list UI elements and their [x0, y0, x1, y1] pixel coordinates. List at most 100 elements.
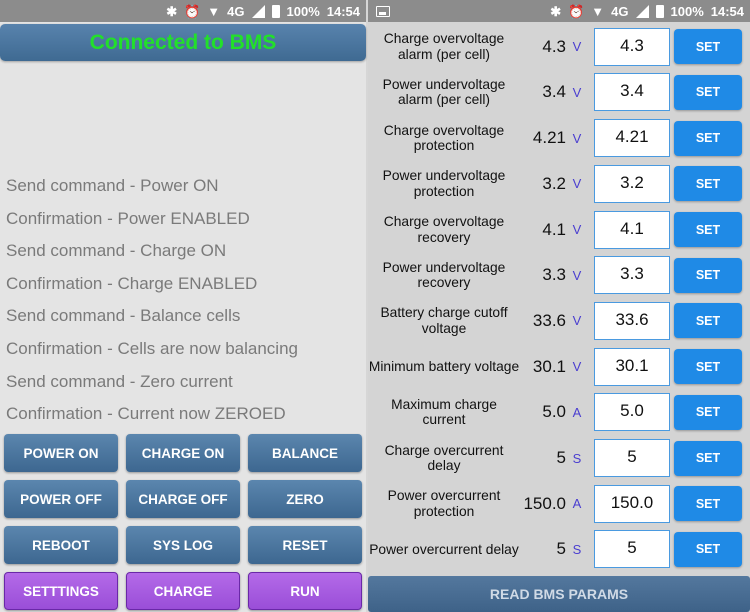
power-off-button[interactable]: POWER OFF: [4, 480, 118, 518]
connection-status-banner[interactable]: Connected to BMS: [0, 24, 366, 61]
reset-button[interactable]: RESET: [248, 526, 362, 564]
param-row: Maximum charge current 5.0 A 5.0 SET: [368, 390, 750, 436]
command-button-grid: POWER ON CHARGE ON BALANCE POWER OFF CHARGE …: [4, 434, 362, 610]
param-label: Charge overcurrent delay: [384, 442, 504, 474]
status-bar: ✱ ⏰ ▼ 4G 100% 14:54: [368, 0, 750, 22]
param-row: Charge overvoltage alarm (per cell) 4.3 V 4…: [368, 24, 750, 70]
param-current-value: 4.1: [542, 219, 566, 239]
log-line: Send command - Balance cells: [6, 306, 241, 326]
image-notification-icon: [376, 5, 390, 17]
charge-on-button[interactable]: CHARGE ON: [126, 434, 240, 472]
wifi-icon: ▼: [591, 3, 605, 19]
clock: 14:54: [710, 3, 744, 19]
log-line: Send command - Power ON: [6, 176, 219, 195]
param-current-value: 150.0: [523, 493, 566, 513]
param-label: Power undervoltage recovery: [382, 259, 506, 291]
param-unit: V: [572, 176, 582, 192]
set-button[interactable]: SET: [674, 531, 742, 567]
param-row: Charge overvoltage recovery 4.1 V 4.1 SET: [368, 207, 750, 253]
set-button[interactable]: SET: [674, 166, 742, 202]
param-input[interactable]: 30.1: [594, 347, 670, 386]
set-button[interactable]: SET: [674, 74, 742, 110]
battery-icon: [655, 4, 664, 18]
param-label: Power undervoltage protection: [382, 168, 506, 199]
param-current-value: 3.3: [542, 265, 566, 285]
param-row: Power undervoltage protection 3.2 V 3.2 SET: [368, 161, 750, 207]
param-unit: V: [572, 359, 582, 375]
param-current-value: 5: [556, 539, 566, 559]
param-row: Power undervoltage alarm (per cell) 3.4 V 3…: [368, 70, 750, 116]
command-log: Send command - Power ON Confirmation - Po…: [6, 172, 298, 433]
set-button[interactable]: SET: [674, 29, 742, 65]
param-current-value: 30.1: [532, 356, 566, 376]
param-input[interactable]: 150.0: [594, 484, 670, 523]
set-button[interactable]: SET: [674, 120, 742, 156]
param-input[interactable]: 3.3: [594, 256, 670, 295]
param-current-value: 5: [556, 448, 566, 468]
balance-button[interactable]: BALANCE: [248, 434, 362, 472]
param-current-value: 3.2: [542, 173, 566, 193]
read-bms-params-button[interactable]: READ BMS PARAMS: [368, 576, 750, 612]
param-input[interactable]: 3.4: [594, 73, 670, 112]
param-row: Charge overvoltage protection 4.21 V 4.21 SE…: [368, 115, 750, 161]
param-unit: V: [572, 39, 582, 55]
param-unit: A: [572, 496, 582, 512]
set-button[interactable]: SET: [674, 440, 742, 476]
param-label: Minimum battery voltage: [368, 358, 520, 374]
param-input[interactable]: 5.0: [594, 393, 670, 432]
battery-percent: 100%: [286, 3, 320, 19]
param-unit: S: [572, 541, 582, 557]
set-button[interactable]: SET: [674, 212, 742, 248]
param-unit: V: [572, 267, 582, 283]
param-input[interactable]: 4.1: [594, 210, 670, 249]
right-screen: ✱ ⏰ ▼ 4G 100% 14:54 Charge overvoltage a…: [368, 0, 750, 612]
param-label: Charge overvoltage recovery: [383, 214, 505, 245]
sys-log-button[interactable]: SYS LOG: [126, 526, 240, 564]
left-screen: ✱ ⏰ ▼ 4G 100% 14:54 Connected to BMS Sen…: [0, 0, 366, 612]
param-label: Charge overvoltage protection: [383, 122, 505, 154]
param-label: Power undervoltage alarm (per cell): [382, 76, 506, 108]
param-row: Battery charge cutoff voltage 33.6 V 33.6 SE…: [368, 298, 750, 344]
set-button[interactable]: SET: [674, 303, 742, 339]
wifi-icon: ▼: [207, 3, 221, 19]
bluetooth-icon: ✱: [166, 3, 178, 19]
set-button[interactable]: SET: [674, 257, 742, 293]
reboot-button[interactable]: REBOOT: [4, 526, 118, 564]
param-unit: A: [572, 404, 582, 420]
param-label: Maximum charge current: [391, 396, 497, 428]
param-row: Power undervoltage recovery 3.3 V 3.3 SET: [368, 253, 750, 299]
signal-icon: [251, 4, 265, 18]
param-current-value: 4.3: [542, 36, 566, 56]
param-label: Power overcurrent delay: [369, 541, 519, 557]
param-input[interactable]: 5: [594, 530, 670, 569]
set-button[interactable]: SET: [674, 394, 742, 430]
set-button[interactable]: SET: [674, 486, 742, 522]
param-input[interactable]: 5: [594, 439, 670, 478]
param-input[interactable]: 3.2: [594, 164, 670, 203]
zero-button[interactable]: ZERO: [248, 480, 362, 518]
run-button[interactable]: RUN: [248, 572, 362, 610]
log-line: Send command - Charge ON: [6, 241, 227, 261]
set-button[interactable]: SET: [674, 349, 742, 385]
param-row: Power overcurrent delay 5 S 5 SET: [368, 527, 750, 573]
param-row: Power overcurrent protection 150.0 A 150.0 S…: [368, 481, 750, 527]
param-label: Power overcurrent protection: [387, 488, 501, 519]
network-type: 4G: [611, 3, 629, 19]
param-row: Minimum battery voltage 30.1 V 30.1 SET: [368, 344, 750, 390]
charge-button[interactable]: CHARGE: [126, 572, 240, 610]
bluetooth-icon: ✱: [550, 3, 562, 19]
param-current-value: 3.4: [542, 82, 566, 102]
param-unit: V: [572, 222, 582, 238]
param-row: Charge overcurrent delay 5 S 5 SET: [368, 435, 750, 481]
alarm-icon: ⏰: [184, 3, 201, 19]
param-input[interactable]: 4.21: [594, 119, 670, 158]
param-label: Battery charge cutoff voltage: [380, 305, 508, 336]
param-unit: V: [572, 130, 582, 146]
setttings-button[interactable]: SETTTINGS: [4, 572, 118, 610]
param-input[interactable]: 4.3: [594, 27, 670, 66]
charge-off-button[interactable]: CHARGE OFF: [126, 480, 240, 518]
param-current-value: 4.21: [532, 128, 566, 148]
log-line: Send command - Zero current: [6, 371, 233, 391]
param-input[interactable]: 33.6: [594, 301, 670, 340]
power-on-button[interactable]: POWER ON: [4, 434, 118, 472]
